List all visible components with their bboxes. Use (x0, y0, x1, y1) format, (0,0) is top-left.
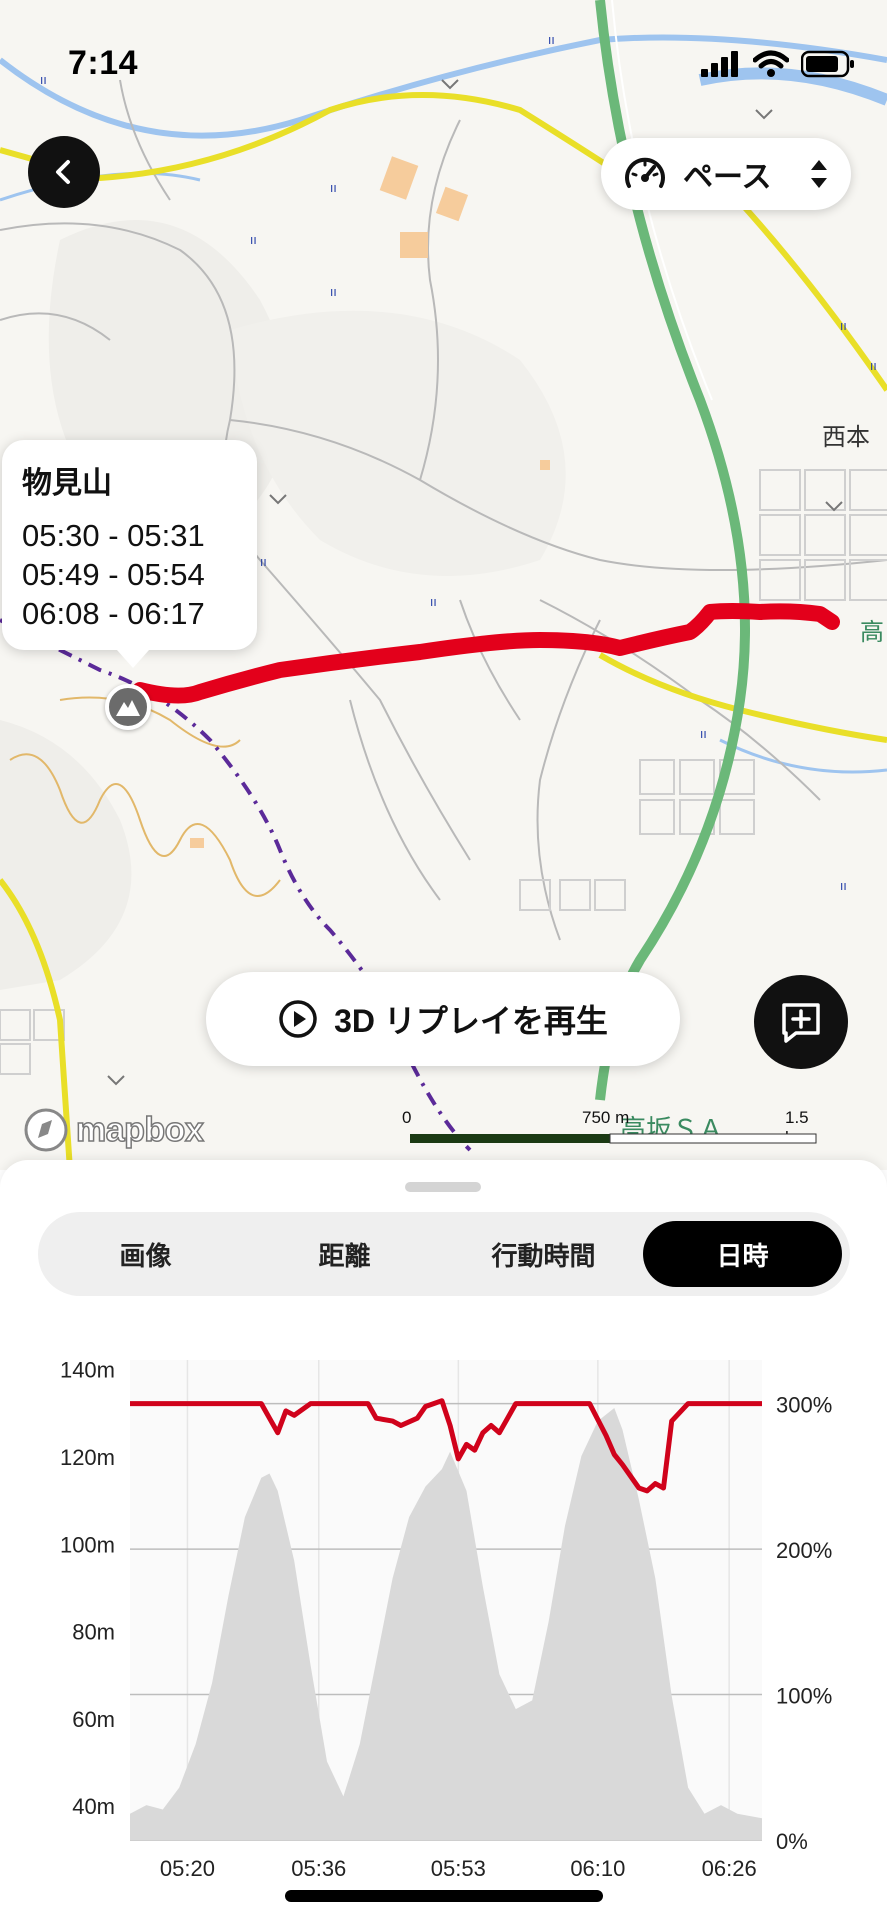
x-tick-label: 06:26 (702, 1856, 757, 1880)
status-bar: 7:14 (0, 0, 887, 110)
wifi-icon (753, 50, 789, 77)
y-left-tick-label: 80m (72, 1620, 115, 1645)
place-label-2: 高 (860, 618, 884, 646)
tab-activity-time[interactable]: 行動時間 (444, 1221, 643, 1287)
pace-selector[interactable]: ペース (601, 138, 851, 210)
svg-text:ıı: ıı (840, 879, 847, 893)
mapbox-attribution[interactable]: mapbox (22, 1106, 205, 1154)
home-indicator[interactable] (285, 1890, 603, 1902)
y-right-tick-label: 100% (776, 1684, 832, 1709)
play-icon (279, 1000, 317, 1038)
y-right-tick-label: 0% (776, 1829, 808, 1854)
y-right-tick-label: 300% (776, 1393, 832, 1418)
y-left-tick-label: 40m (72, 1794, 115, 1819)
add-photo-button[interactable] (754, 975, 848, 1069)
elevation-pace-chart[interactable]: 40m 60m 80m 100m 120m 140m 0% 100% 200% 300% 05:20… (0, 1340, 887, 1880)
svg-text:ıı: ıı (260, 555, 267, 569)
place-label: 西本 (822, 423, 870, 451)
segmented-control: 画像 距離 行動時間 日時 (38, 1212, 850, 1296)
y-left-tick-label: 120m (60, 1445, 115, 1470)
svg-text:ıı: ıı (330, 285, 337, 299)
tab-images[interactable]: 画像 (46, 1221, 245, 1287)
status-time: 7:14 (68, 44, 139, 82)
x-tick-label: 05:36 (291, 1856, 346, 1880)
svg-text:ıı: ıı (250, 233, 257, 247)
peak-callout[interactable]: 物見山 05:30 - 05:31 05:49 - 05:54 06:08 - … (2, 440, 257, 668)
peak-name: 物見山 (22, 467, 112, 500)
svg-text:ıı: ıı (700, 727, 707, 741)
peak-visit-time: 06:08 - 06:17 (22, 596, 205, 631)
svg-text:ıı: ıı (430, 595, 437, 609)
svg-text:ıı: ıı (840, 319, 847, 333)
tab-datetime[interactable]: 日時 (643, 1221, 842, 1287)
play-3d-replay-button[interactable]: 3D リプレイを再生 (206, 972, 680, 1066)
mountain-icon (116, 700, 140, 716)
peak-marker[interactable] (105, 684, 151, 730)
pace-selector-label: ペース (683, 161, 772, 194)
scale-label: 750 m (582, 1108, 630, 1127)
y-right-tick-label: 200% (776, 1538, 832, 1563)
y-left-tick-label: 100m (60, 1532, 115, 1557)
svg-text:ıı: ıı (330, 181, 337, 195)
chevron-left-icon (56, 160, 70, 184)
x-tick-label: 05:53 (431, 1856, 486, 1880)
y-left-tick-label: 140m (60, 1358, 115, 1383)
x-tick-label: 06:10 (570, 1856, 625, 1880)
signal-icon (701, 51, 738, 77)
y-left-tick-label: 60m (72, 1707, 115, 1732)
sort-arrows-icon (811, 160, 827, 188)
x-tick-label: 05:20 (160, 1856, 215, 1880)
mapbox-wordmark: mapbox (75, 1110, 204, 1150)
scale-label: 0 (402, 1108, 412, 1127)
peak-visit-time: 05:30 - 05:31 (22, 518, 205, 553)
sheet-handle[interactable] (405, 1182, 481, 1192)
svg-text:ıı: ıı (870, 359, 877, 373)
replay-label: 3D リプレイを再生 (334, 1003, 608, 1039)
battery-icon (801, 50, 854, 78)
scale-bar (410, 1133, 817, 1144)
back-button[interactable] (28, 136, 100, 208)
peak-visit-time: 05:49 - 05:54 (22, 557, 205, 592)
mapbox-logo-icon (24, 1108, 68, 1152)
map-scale: 0 750 m 1.5 km (400, 1108, 820, 1148)
tab-distance[interactable]: 距離 (245, 1221, 444, 1287)
map-view[interactable]: ıı ıı ıı ıı ıı ıı ıı ıı ıı ıı ıı 西本 高 高坂ＳＡ 7:14 (0, 0, 887, 1170)
add-photo-icon (782, 1003, 820, 1043)
speedometer-icon (625, 157, 665, 188)
